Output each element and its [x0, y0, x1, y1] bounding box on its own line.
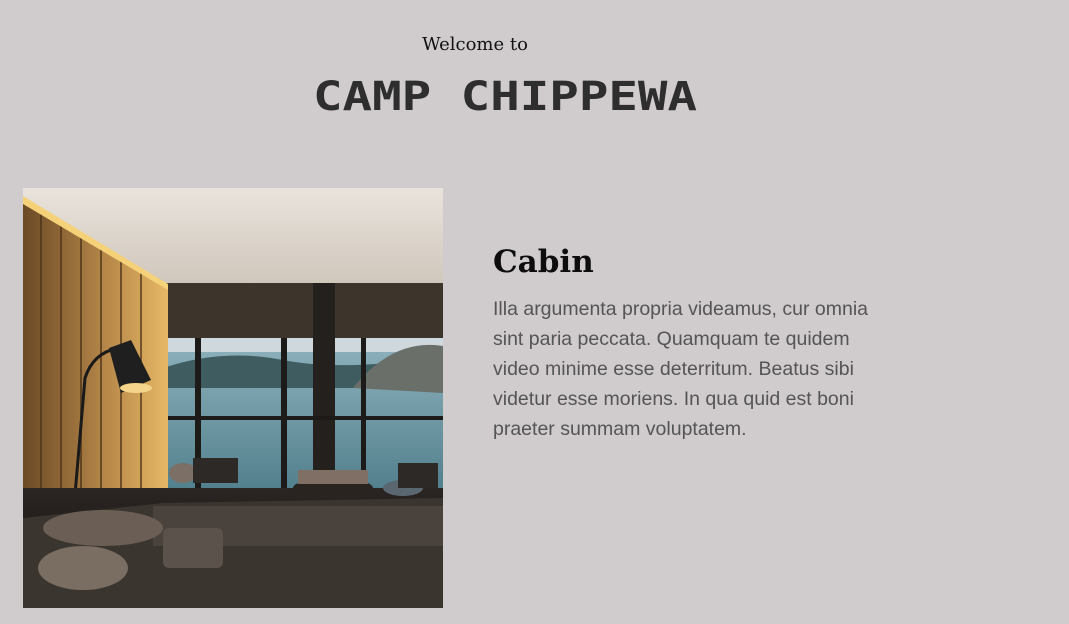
cabin-description: Illa argumenta propria videamus, cur omn…: [493, 298, 869, 440]
cabin-interior-photo: [23, 188, 443, 608]
cabin-title: Cabin: [493, 244, 594, 280]
logo-text: CAMP CHIPPEWA: [313, 74, 697, 120]
welcome-text: Welcome to: [422, 34, 528, 55]
camp-logo: CAMP CHIPPEWA: [310, 66, 700, 122]
